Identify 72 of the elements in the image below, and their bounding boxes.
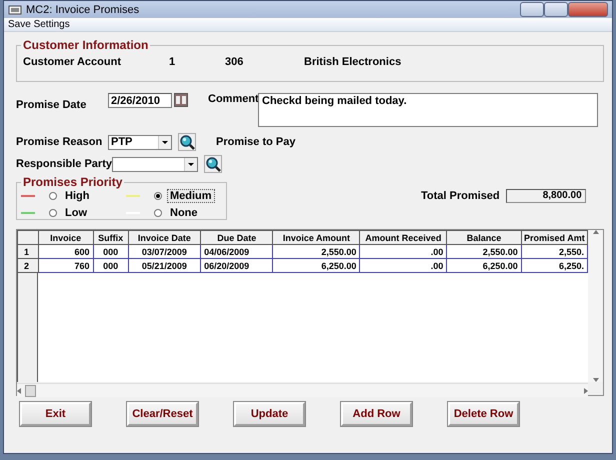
table-cell: 03/07/2009 [128,244,201,258]
table-cell: 2,550. [521,244,588,258]
column-header[interactable]: Invoice Date [128,230,201,244]
table-cell: .00 [360,258,447,272]
row-number: 1 [18,244,38,258]
radio-label: High [64,189,90,203]
field-label: Customer Account [23,56,122,68]
table-cell: 000 [93,258,128,272]
column-header[interactable]: Amount Received [360,230,447,244]
menu-item[interactable]: Save Settings [8,19,70,30]
scroll-down-icon [592,378,598,382]
scroll-right-icon [584,388,588,394]
table-cell: 06/20/2009 [200,258,273,272]
table-cell: 6,250.00 [446,258,522,272]
window-title: MC2: Invoice Promises [26,4,140,16]
caret-icon [162,140,168,144]
radio-label: None [169,206,198,220]
table-cell: 04/06/2009 [200,244,273,258]
action-button[interactable]: Delete Row [448,402,519,426]
table-cell: .00 [360,244,447,258]
field-value: 1 [169,56,176,68]
table-cell: 6,250. [521,258,588,272]
group-title: Customer Information [22,38,150,52]
date-field[interactable]: 2/26/2010 [108,93,172,108]
action-button[interactable]: Add Row [341,402,412,426]
table-cell: 6,250.00 [272,258,360,272]
field-value: 306 [225,56,244,68]
action-button[interactable]: Update [234,402,305,426]
field-label: Comment [208,93,258,105]
radio-label: Low [64,206,88,220]
field-label: Promise Reason [16,136,104,148]
scroll-thumb[interactable] [25,384,36,396]
column-header[interactable]: Due Date [200,230,273,244]
table-cell: 600 [38,244,93,258]
search-button[interactable] [178,133,196,151]
calendar-button[interactable] [174,93,188,107]
action-button[interactable]: Clear/Reset [127,402,198,426]
comment-field[interactable]: Checkd being mailed today. [258,93,598,127]
table-cell: 2,550.00 [446,244,522,258]
scroll-left-icon [17,388,21,394]
total-label: Total Promised [421,190,500,202]
table-cell: 05/21/2009 [128,258,201,272]
calendar-icon [174,93,188,107]
table-cell: 2,550.00 [272,244,360,258]
column-header[interactable]: Balance [446,230,522,244]
search-icon [179,134,195,150]
table-cell: 760 [38,258,93,272]
column-header[interactable]: Invoice Amount [272,230,360,244]
radio-label: Medium [167,189,215,203]
radio-button[interactable] [49,209,57,217]
total-value: 8,800.00 [506,189,586,203]
scroll-up-icon [592,230,598,234]
radio-button[interactable] [154,209,162,217]
search-button[interactable] [204,155,222,173]
table-cell: 000 [93,244,128,258]
radio-button[interactable] [154,192,162,200]
field-label: Responsible Party [16,158,112,170]
column-header[interactable]: Suffix [93,230,128,244]
app-icon [8,4,22,16]
column-header[interactable]: Invoice [38,230,93,244]
row-number: 2 [18,258,38,272]
group-title: Promises Priority [22,175,124,189]
caret-icon [188,162,194,166]
action-button[interactable]: Exit [20,402,91,426]
party-dropdown[interactable] [112,156,198,172]
column-header[interactable]: Promised Amt [521,230,588,244]
reason-description: Promise to Pay [216,136,296,148]
field-label: Promise Date [16,99,88,111]
reason-dropdown[interactable]: PTP [108,134,172,150]
field-value: British Electronics [304,56,402,68]
search-icon [204,156,221,172]
radio-button[interactable] [49,192,57,200]
